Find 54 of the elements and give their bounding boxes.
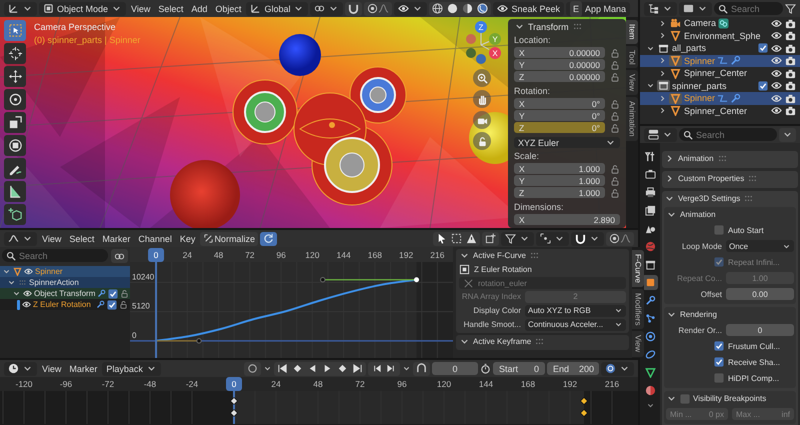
checkbox-label: Frustum Cull... [728, 342, 780, 350]
panel-title: Animation [680, 210, 716, 219]
field-label: RNA Array Index [460, 292, 521, 301]
field-label: Dimensions: [514, 202, 565, 212]
viewport-info: (0) spinner_parts | Spinner [34, 35, 140, 45]
tick-label: -120 [16, 379, 32, 389]
tick-label: 72 [355, 379, 365, 389]
tick-label: 72 [245, 250, 255, 260]
tick-label: 120 [305, 250, 320, 260]
tick-label: -48 [144, 379, 156, 389]
checkbox-label: Receive Sha... [728, 358, 780, 366]
tick-label: 96 [397, 379, 407, 389]
panel-title: Rendering [680, 310, 717, 319]
tick-label: 5120 [132, 302, 150, 311]
tick-label: -24 [186, 379, 198, 389]
tick-label: 216 [604, 379, 620, 389]
field-label: Rotation: [514, 86, 552, 96]
tick-label: 216 [430, 250, 444, 260]
tick-label: 144 [336, 250, 351, 260]
field-label: Repeat Co... [676, 274, 722, 282]
checkbox-label: Repeat Infini... [728, 258, 780, 266]
tick-label: 96 [276, 250, 286, 260]
panel-title: Active Keyframe [473, 337, 532, 346]
curve-name: Z Euler Rotation [474, 265, 532, 274]
panel-title: Active F-Curve [473, 251, 526, 260]
panel-title: Visibility Breakpoints [693, 394, 766, 403]
tick-label: 48 [214, 250, 224, 260]
field-label: Loop Mode [680, 242, 722, 250]
panel-title: Custom Properties [678, 174, 744, 183]
tick-label: 192 [399, 250, 414, 260]
field-label: Scale: [514, 151, 540, 161]
tick-label: 48 [313, 379, 323, 389]
field-label: Location: [514, 35, 552, 45]
tick-label: -72 [102, 379, 114, 389]
panel-title: Verge3D Settings [678, 194, 740, 203]
field-label: Display Color [472, 306, 521, 315]
tick-label: 168 [368, 250, 382, 260]
tick-label: 168 [520, 379, 536, 389]
tick-label: 24 [271, 379, 281, 389]
field-label: Handle Smoot... [462, 320, 521, 329]
tick-label: -96 [60, 379, 72, 389]
field-label: Render Or... [677, 326, 722, 334]
tick-label: 0 [132, 330, 136, 340]
tick-label: 144 [478, 379, 494, 389]
panel-title: Animation [678, 154, 714, 163]
viewport-title: Camera Perspective [34, 22, 116, 32]
checkbox-label: Auto Start [728, 226, 764, 234]
field-label: Offset [700, 290, 722, 298]
panel-title: Transform [528, 22, 569, 32]
tick-label: 192 [562, 379, 578, 389]
tick-label: 10240 [132, 272, 154, 282]
tick-label: 120 [436, 379, 452, 389]
tick-label: 24 [182, 250, 192, 260]
checkbox-label: HiDPI Comp... [728, 374, 780, 382]
